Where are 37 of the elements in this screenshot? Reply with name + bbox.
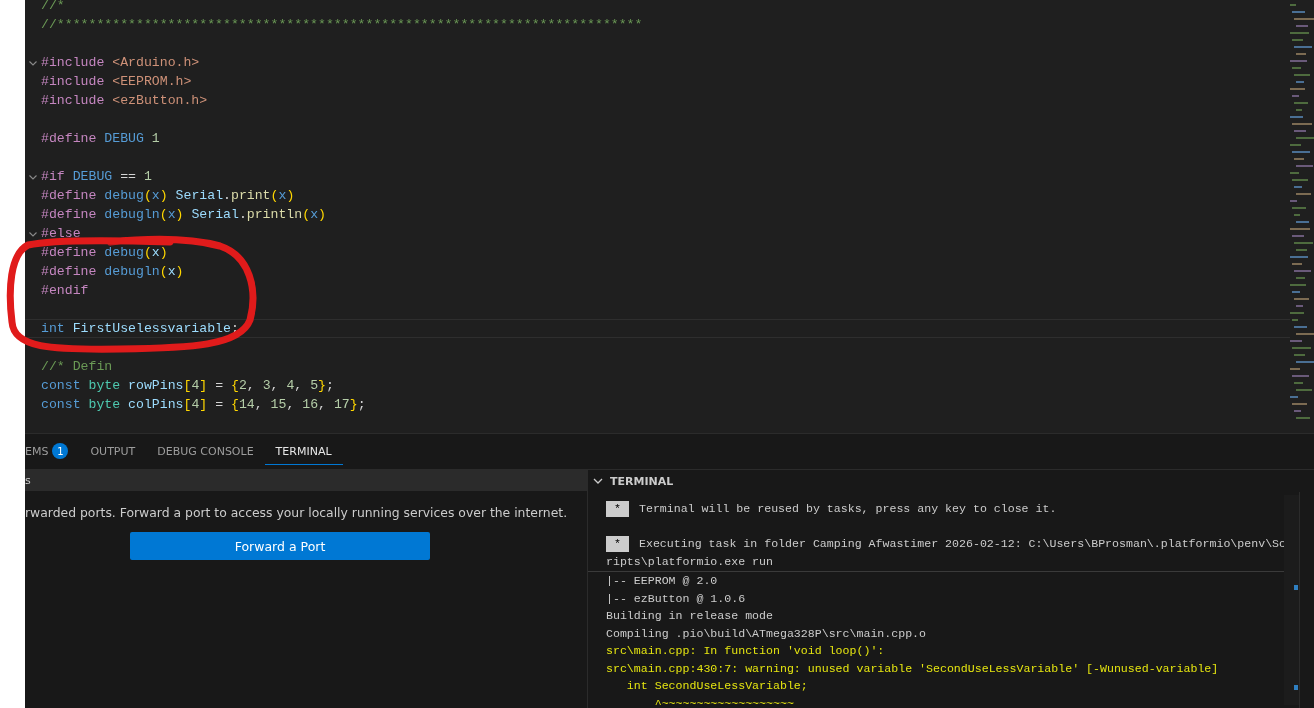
terminal-line: |-- ezButton @ 1.0.6 <box>606 590 746 607</box>
section-title: TERMINAL <box>610 474 674 488</box>
count-badge: 1 <box>52 443 69 459</box>
code-line: //* Defin <box>41 358 113 376</box>
code-line: const byte rowPins[4] = {2, 3, 4, 5}; <box>41 377 334 395</box>
terminal-line: Building in release mode <box>606 608 773 624</box>
terminal-line: ^~~~~~~~~~~~~~~~~~~~ <box>653 695 794 708</box>
terminal-line: Compiling .pio\build\ATmega328P\src\main.cpp.o <box>606 625 927 642</box>
code-line: #endif <box>41 282 89 300</box>
ports-message: rwarded ports. Forward a port to access your locally running services over the internet. <box>25 505 569 520</box>
panel-tab[interactable]: EMS 1 <box>25 438 80 465</box>
code-line: //* <box>41 0 65 15</box>
code-line: #define debugln(x) <box>41 263 184 281</box>
forward-port-button[interactable]: Forward a Port <box>130 532 430 560</box>
code-line: #else <box>41 225 81 243</box>
terminal-line: src\main.cpp:430:7: warning: unused variable 'SecondUseLessVariable' [-Wunused-variable] <box>606 660 1219 677</box>
code-line: #if DEBUG == 1 <box>41 168 152 186</box>
code-line: #define DEBUG 1 <box>41 130 160 148</box>
terminal-line: int SecondUseLessVariable; <box>625 678 808 694</box>
terminal-line: src\main.cpp: In function 'void loop()': <box>606 643 885 659</box>
panel-tab[interactable]: TERMINAL <box>264 438 343 465</box>
code-line: //************************************************************************** <box>41 16 643 34</box>
code-line: #include <Arduino.h> <box>41 54 200 72</box>
code-line: #define debugln(x) Serial.println(x) <box>41 206 326 224</box>
terminal-line: ripts\platformio.exe run <box>606 553 773 570</box>
code-line: #include <ezButton.h> <box>41 92 208 110</box>
task-marker: * <box>606 535 629 552</box>
panel-tab[interactable]: OUTPUT <box>79 438 147 465</box>
task-marker: * <box>606 500 629 517</box>
code-line: const byte colPins[4] = {14, 15, 16, 17}; <box>41 396 366 414</box>
terminal-line: |-- EEPROM @ 2.0 <box>606 573 718 589</box>
code-line: #define debug(x) Serial.print(x) <box>41 187 295 205</box>
terminal-line: Terminal will be reused by tasks, press any key to close it. <box>638 501 1057 517</box>
code-line: #define debug(x) <box>41 244 168 262</box>
section-title: s <box>25 473 31 487</box>
panel-tab[interactable]: DEBUG CONSOLE <box>146 438 265 465</box>
code-line: #include <EEPROM.h> <box>41 73 192 91</box>
